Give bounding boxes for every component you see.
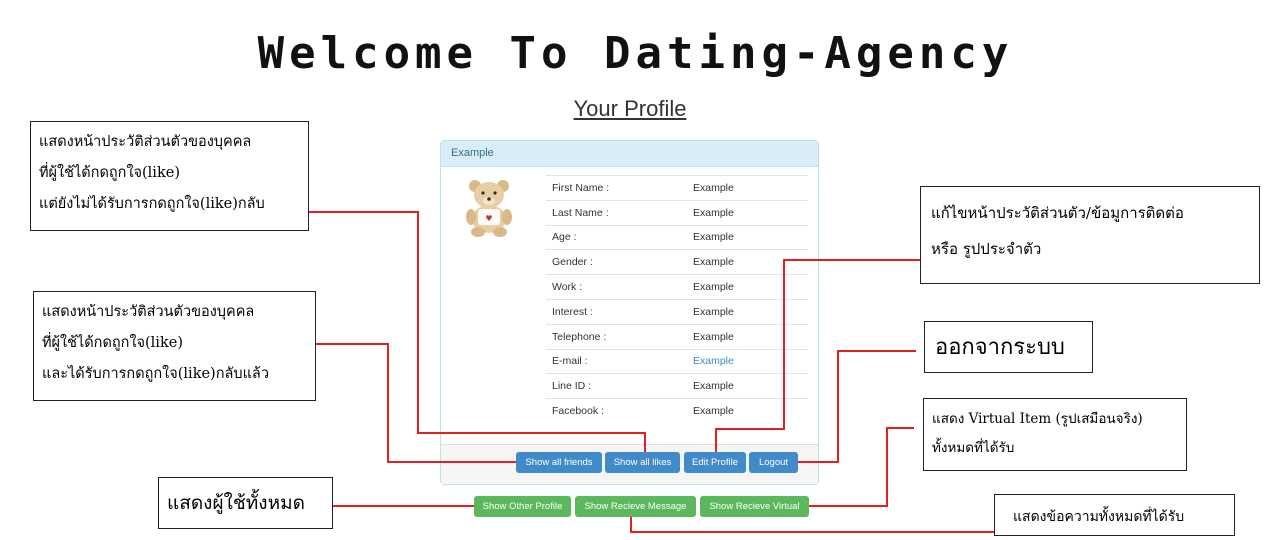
profile-row-gender: Gender : Example (546, 249, 808, 275)
annotation-line: แก้ไขหน้าประวัติส่วนตัว/ข้อมูการติดต่อ (931, 204, 1184, 222)
teddy-bear-avatar: ♥ (461, 175, 517, 237)
annotation-line: แสดงหน้าประวัติส่วนตัวของบุคคล (42, 304, 255, 320)
profile-row-first-name: First Name : Example (546, 175, 808, 201)
edit-profile-button[interactable]: Edit Profile (684, 452, 746, 473)
field-value: Example (693, 274, 808, 300)
profile-panel: Example ♥ First Name : Example Last Name… (440, 140, 819, 485)
annotation-line: แต่ยังไม่ได้รับการกดถูกใจ(like)กลับ (39, 196, 265, 212)
field-label: Age : (546, 224, 693, 250)
profile-row-line-id: Line ID : Example (546, 373, 808, 399)
field-label: Telephone : (546, 323, 693, 350)
annotation-liked-and-returned: แสดงหน้าประวัติส่วนตัวของบุคคล ที่ผู้ใช้… (33, 291, 316, 401)
annotation-line: แสดงหน้าประวัติส่วนตัวของบุคคล (39, 134, 252, 150)
profile-row-email: E-mail : Example (546, 348, 808, 374)
svg-text:♥: ♥ (485, 214, 492, 223)
annotation-line: หรือ รูปประจำตัว (931, 240, 1042, 258)
field-value: Example (693, 373, 808, 399)
field-label: E-mail : (546, 348, 693, 374)
annotation-line: แสดง Virtual Item (รูปเสมือนจริง) (932, 411, 1143, 427)
profile-row-facebook: Facebook : Example (546, 398, 808, 424)
field-value: Example (693, 199, 808, 226)
profile-row-interest: Interest : Example (546, 298, 808, 325)
annotation-show-all-users: แสดงผู้ใช้ทั้งหมด (158, 477, 333, 529)
annotation-virtual-items: แสดง Virtual Item (รูปเสมือนจริง) ทั้งหม… (923, 398, 1187, 471)
profile-heading: Your Profile (573, 96, 687, 121)
show-all-friends-button[interactable]: Show all friends (516, 452, 602, 473)
annotation-logout: ออกจากระบบ (924, 321, 1093, 373)
show-recieve-message-button[interactable]: Show Recieve Message (575, 496, 696, 517)
field-value: Example (693, 175, 808, 201)
logout-button[interactable]: Logout (749, 452, 798, 473)
field-value: Example (693, 398, 808, 424)
field-label: Work : (546, 274, 693, 300)
panel-header: Example (441, 141, 818, 167)
annotation-edit-profile: แก้ไขหน้าประวัติส่วนตัว/ข้อมูการติดต่อ ห… (920, 186, 1260, 284)
annotation-line: ที่ผู้ใช้ได้กดถูกใจ(like) (42, 335, 183, 351)
annotation-line: ทั้งหมดที่ได้รับ (932, 440, 1015, 456)
show-recieve-virtual-button[interactable]: Show Recieve Virtual (700, 496, 809, 517)
page-title: Welcome To Dating-Agency (257, 28, 1014, 79)
show-other-profile-button[interactable]: Show Other Profile (474, 496, 571, 517)
field-label: Interest : (546, 298, 693, 325)
show-all-likes-button[interactable]: Show all likes (605, 452, 680, 473)
email-link[interactable]: Example (693, 348, 808, 374)
field-value: Example (693, 298, 808, 325)
field-label: Line ID : (546, 373, 693, 399)
annotation-line: และได้รับการกดถูกใจ(like)กลับแล้ว (42, 366, 269, 382)
profile-info-table: First Name : Example Last Name : Example… (546, 175, 808, 424)
annotation-messages: แสดงข้อความทั้งหมดที่ได้รับ (994, 494, 1235, 536)
field-label: Facebook : (546, 398, 693, 424)
annotation-line: ที่ผู้ใช้ได้กดถูกใจ(like) (39, 165, 180, 181)
field-value: Example (693, 224, 808, 250)
field-value: Example (693, 323, 808, 350)
profile-row-last-name: Last Name : Example (546, 199, 808, 226)
profile-row-age: Age : Example (546, 224, 808, 250)
field-label: Last Name : (546, 199, 693, 226)
profile-row-telephone: Telephone : Example (546, 323, 808, 350)
annotation-liked-not-returned: แสดงหน้าประวัติส่วนตัวของบุคคล ที่ผู้ใช้… (30, 121, 309, 231)
profile-row-work: Work : Example (546, 274, 808, 300)
field-label: Gender : (546, 249, 693, 275)
field-label: First Name : (546, 175, 693, 201)
field-value: Example (693, 249, 808, 275)
